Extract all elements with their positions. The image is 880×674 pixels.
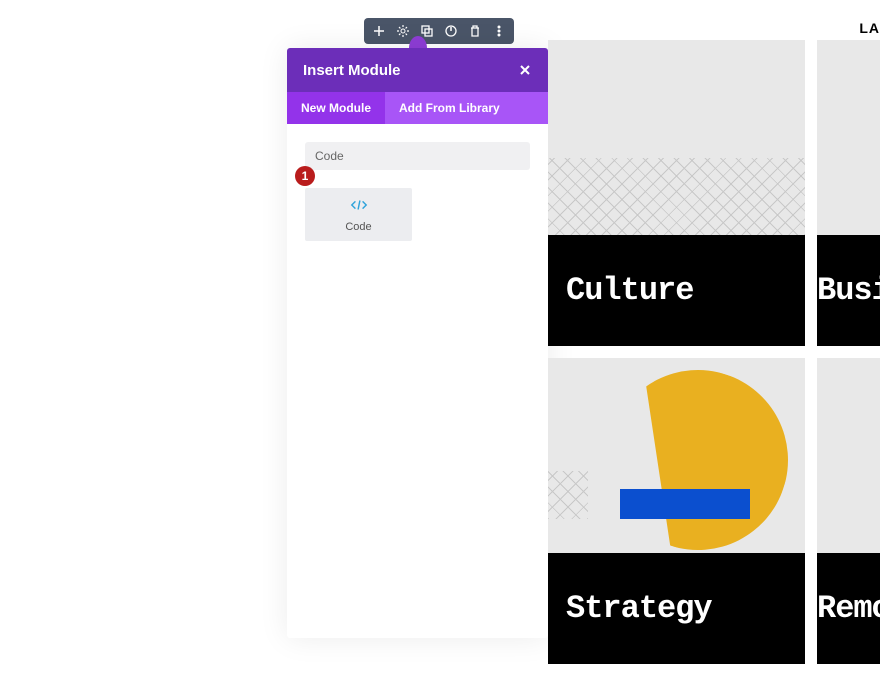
pattern-decoration xyxy=(548,158,805,235)
pattern-decoration xyxy=(548,471,588,519)
tab-add-from-library[interactable]: Add From Library xyxy=(385,92,514,124)
modal-body: Code xyxy=(287,124,548,259)
shape-decoration xyxy=(548,358,805,553)
module-search-input[interactable] xyxy=(305,142,530,170)
insert-module-modal: Insert Module New Module Add From Librar… xyxy=(287,48,548,638)
card-business[interactable]: Busi xyxy=(817,40,880,346)
plus-icon[interactable] xyxy=(372,24,386,38)
modal-title: Insert Module xyxy=(303,62,401,79)
page-top-label: LA xyxy=(859,20,880,36)
duplicate-icon[interactable] xyxy=(420,24,434,38)
module-toolbar xyxy=(364,18,514,44)
card-label: Remo xyxy=(817,590,880,627)
yellow-shape xyxy=(585,358,805,573)
card-label-band: Strategy xyxy=(548,553,805,664)
card-culture[interactable]: Culture xyxy=(548,40,805,346)
card-label: Busi xyxy=(817,272,880,309)
card-label-band: Remo xyxy=(817,553,880,664)
module-tile-label: Code xyxy=(345,221,371,233)
code-icon xyxy=(350,198,368,217)
content-grid: Culture Busi Strategy Remo xyxy=(548,40,880,664)
trash-icon[interactable] xyxy=(468,24,482,38)
modal-header: Insert Module xyxy=(287,48,548,92)
close-icon[interactable] xyxy=(518,63,532,77)
module-tile-code[interactable]: Code xyxy=(305,188,412,241)
card-label: Culture xyxy=(566,272,693,309)
gear-icon[interactable] xyxy=(396,24,410,38)
power-icon[interactable] xyxy=(444,24,458,38)
tab-new-module[interactable]: New Module xyxy=(287,92,385,124)
modal-tabs: New Module Add From Library xyxy=(287,92,548,124)
blue-shape xyxy=(620,489,750,519)
card-strategy[interactable]: Strategy xyxy=(548,358,805,664)
card-remote[interactable]: Remo xyxy=(817,358,880,664)
more-icon[interactable] xyxy=(492,24,506,38)
card-label-band: Culture xyxy=(548,235,805,346)
card-label-band: Busi xyxy=(817,235,880,346)
card-label: Strategy xyxy=(566,590,712,627)
annotation-badge-1: 1 xyxy=(295,166,315,186)
